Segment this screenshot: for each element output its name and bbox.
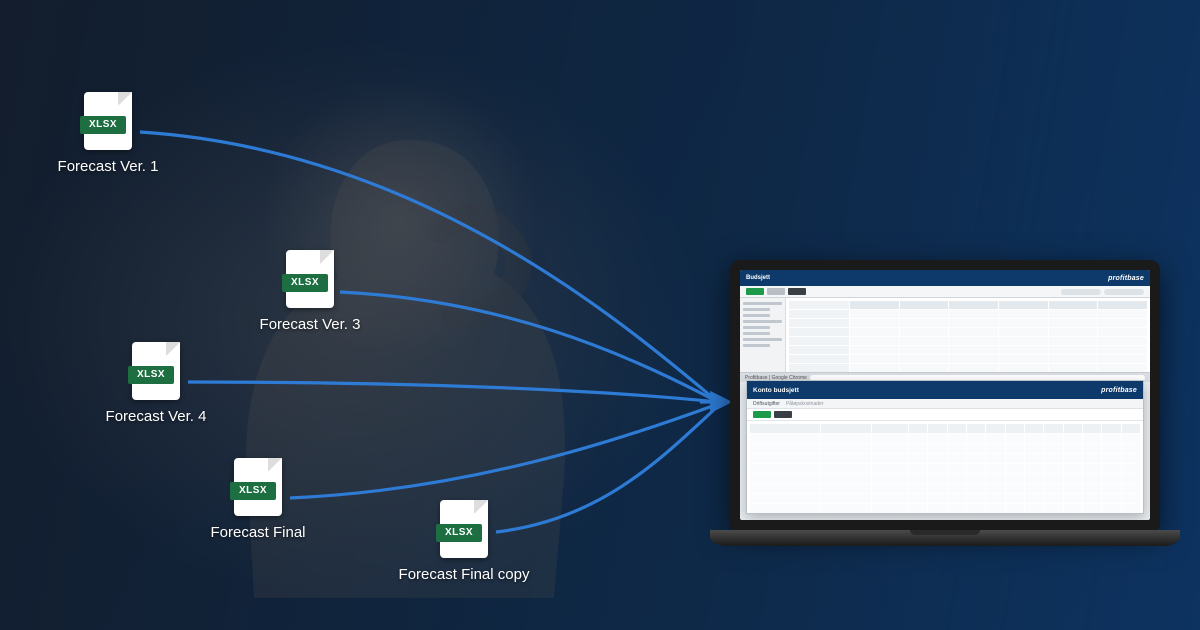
xlsx-icon: XLSX	[132, 342, 180, 400]
file-forecast-final: XLSX Forecast Final	[232, 458, 284, 522]
laptop: Budsjett profitbase	[730, 260, 1160, 546]
toolbar-button[interactable]	[774, 411, 792, 418]
file-label: Forecast Ver. 4	[106, 408, 207, 425]
file-forecast-v1: XLSX Forecast Ver. 1	[82, 92, 134, 156]
laptop-screen: Budsjett profitbase	[740, 270, 1150, 520]
tab-strip: Driftsutgifter Påløpskostnader	[747, 399, 1143, 409]
sidebar-item[interactable]	[743, 308, 770, 311]
app-toolbar-main	[740, 286, 1150, 298]
sidebar-item[interactable]	[743, 332, 770, 335]
laptop-bezel: Budsjett profitbase	[730, 260, 1160, 530]
xlsx-badge: XLSX	[128, 366, 174, 384]
app-toolbar-secondary	[747, 409, 1143, 421]
data-grid-secondary[interactable]	[747, 421, 1143, 513]
filter-pill[interactable]	[1104, 289, 1144, 295]
sidebar-item[interactable]	[743, 320, 782, 323]
data-grid-main[interactable]	[786, 298, 1150, 372]
sidebar-item[interactable]	[743, 314, 770, 317]
file-label: Forecast Ver. 1	[58, 158, 159, 175]
toolbar-button[interactable]	[767, 288, 785, 295]
filter-pill[interactable]	[1061, 289, 1101, 295]
file-forecast-final-copy: XLSX Forecast Final copy	[438, 500, 490, 564]
file-label: Forecast Ver. 3	[260, 316, 361, 333]
save-button[interactable]	[753, 411, 771, 418]
xlsx-badge: XLSX	[230, 482, 276, 500]
brand-logo: profitbase	[1108, 275, 1144, 282]
sidebar	[740, 298, 786, 372]
file-forecast-v4: XLSX Forecast Ver. 4	[130, 342, 182, 406]
app-body-main	[740, 298, 1150, 372]
frustrated-worker-illustration	[180, 80, 640, 600]
sidebar-item[interactable]	[743, 326, 770, 329]
brand-logo: profitbase	[1101, 387, 1137, 394]
sidebar-item[interactable]	[743, 302, 782, 305]
xlsx-badge: XLSX	[282, 274, 328, 292]
app-titlebar-secondary: Konto budsjett profitbase	[747, 381, 1143, 399]
app-title: Budsjett	[746, 275, 770, 281]
tab-accruals[interactable]: Påløpskostnader	[786, 401, 824, 407]
file-label: Forecast Final	[210, 524, 305, 541]
window-title: Konto budsjett	[753, 387, 799, 394]
laptop-base	[710, 530, 1180, 546]
save-button[interactable]	[746, 288, 764, 295]
sidebar-item[interactable]	[743, 344, 770, 347]
file-forecast-v3: XLSX Forecast Ver. 3	[284, 250, 336, 314]
xlsx-badge: XLSX	[80, 116, 126, 134]
app-titlebar-main: Budsjett profitbase	[740, 270, 1150, 286]
tab-operating-costs[interactable]: Driftsutgifter	[753, 401, 780, 407]
xlsx-icon: XLSX	[84, 92, 132, 150]
xlsx-icon: XLSX	[286, 250, 334, 308]
app-window-secondary: Konto budsjett profitbase Driftsutgifter…	[746, 380, 1144, 514]
xlsx-icon: XLSX	[440, 500, 488, 558]
file-label: Forecast Final copy	[399, 566, 530, 583]
xlsx-badge: XLSX	[436, 524, 482, 542]
xlsx-icon: XLSX	[234, 458, 282, 516]
sidebar-item[interactable]	[743, 338, 782, 341]
toolbar-button[interactable]	[788, 288, 806, 295]
